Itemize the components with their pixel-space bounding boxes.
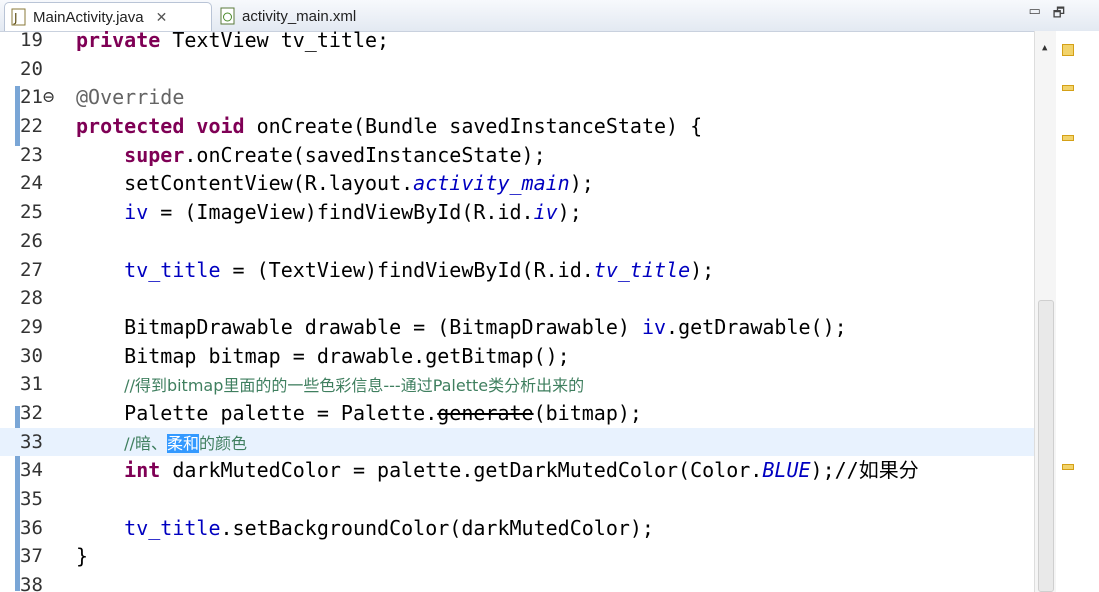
code-text: = (ImageView)findViewById(R.id. xyxy=(148,200,534,225)
code-text: Bitmap bitmap = drawable.getBitmap(); xyxy=(124,343,570,368)
code-text: BitmapDrawable drawable = (BitmapDrawabl… xyxy=(124,314,642,339)
comment: //得到bitmap里面的的一些色彩信息---通过Palette类分析出来的 xyxy=(124,376,585,396)
close-icon[interactable]: ✕ xyxy=(156,9,168,26)
code-text: = (TextView)findViewById(R.id. xyxy=(220,257,594,282)
code-line: 28 xyxy=(0,284,1034,313)
code-text: (bitmap); xyxy=(533,400,642,425)
static-field: tv_title xyxy=(593,257,691,282)
occurrence-marker[interactable] xyxy=(1062,85,1074,91)
code-line: 20 xyxy=(0,55,1034,84)
static-field: BLUE xyxy=(762,458,811,483)
line-number: 31 xyxy=(20,373,43,396)
line-number: 29 xyxy=(20,315,43,338)
keyword: private xyxy=(76,31,161,52)
tab-activity-main-xml[interactable]: activity_main.xml xyxy=(214,2,394,30)
code-line-current: 33 //暗、柔和的颜色 xyxy=(0,427,1034,457)
comment: 的颜色 xyxy=(198,433,247,453)
line-number: 22 xyxy=(20,115,43,138)
code-line: 27 tv_title = (TextView)findViewById(R.i… xyxy=(0,256,1034,285)
code-text: TextView tv_title; xyxy=(160,31,390,52)
line-number: 25 xyxy=(20,201,43,224)
field: tv_title xyxy=(124,257,221,282)
occurrence-marker[interactable] xyxy=(1062,464,1074,470)
code-line: 36 tv_title.setBackgroundColor(darkMuted… xyxy=(0,514,1034,543)
keyword: super xyxy=(124,142,185,167)
code-line: 35 xyxy=(0,485,1034,514)
line-number: 36 xyxy=(20,516,43,539)
tab-label: MainActivity.java xyxy=(33,8,144,26)
comment: //暗、 xyxy=(124,433,167,453)
field: iv xyxy=(641,314,667,339)
code-text: } xyxy=(76,544,89,569)
line-number: 38 xyxy=(20,574,43,592)
code-text: darkMutedColor = palette.getDarkMutedCol… xyxy=(160,458,763,483)
occurrence-marker[interactable] xyxy=(1062,135,1074,141)
line-number: 33 xyxy=(20,430,43,453)
line-number: 24 xyxy=(20,172,43,195)
code-text: .getDrawable(); xyxy=(666,314,847,339)
editor-tab-bar: J MainActivity.java ✕ activity_main.xml … xyxy=(0,0,1099,32)
selected-text: 柔和 xyxy=(166,433,199,453)
code-text: setContentView(R.layout. xyxy=(124,171,414,196)
scrollbar-thumb[interactable] xyxy=(1038,300,1054,592)
code-line: 25 iv = (ImageView)findViewById(R.id.iv)… xyxy=(0,198,1034,227)
code-line: 38 xyxy=(0,571,1034,592)
annotation: @Override xyxy=(76,85,185,110)
code-line: 22 protected void onCreate(Bundle savedIn… xyxy=(0,112,1034,141)
maximize-icon[interactable]: 🗗 xyxy=(1053,4,1065,26)
annotation-ruler[interactable]: ▲ xyxy=(1042,31,1099,592)
code-line: 31 //得到bitmap里面的的一些色彩信息---通过Palette类分析出来… xyxy=(0,370,1034,399)
code-line: 24 setContentView(R.layout.activity_main… xyxy=(0,169,1034,198)
line-number: 19 xyxy=(20,31,43,51)
static-field: iv xyxy=(533,200,558,225)
keyword: void xyxy=(196,114,245,139)
scroll-up-icon[interactable]: ▲ xyxy=(1042,43,1047,53)
code-line: 29 BitmapDrawable drawable = (BitmapDraw… xyxy=(0,313,1034,342)
static-field: activity_main xyxy=(413,171,570,196)
line-number: 26 xyxy=(20,229,43,252)
line-number: 35 xyxy=(20,488,43,510)
deprecated-method: generate xyxy=(437,400,534,425)
keyword: protected xyxy=(76,114,185,139)
line-number: 23 xyxy=(20,143,43,166)
code-line: 21⊖ @Override xyxy=(0,83,1034,112)
xml-file-icon xyxy=(220,7,236,25)
code-line: 32 Palette palette = Palette.generate(bi… xyxy=(0,399,1034,428)
tab-mainactivity-java[interactable]: J MainActivity.java ✕ xyxy=(4,2,212,31)
field: tv_title xyxy=(124,515,221,540)
line-number: 37 xyxy=(20,545,43,568)
code-line: 23 super.onCreate(savedInstanceState); xyxy=(0,141,1034,170)
code-text: ); xyxy=(557,200,582,225)
code-line: 26 xyxy=(0,227,1034,256)
line-number: 32 xyxy=(20,401,43,424)
code-text: );//如果分 xyxy=(810,458,919,483)
warning-marker-icon[interactable] xyxy=(1062,44,1074,56)
code-text: onCreate(Bundle savedInstanceState) { xyxy=(244,114,703,139)
line-number: 20 xyxy=(20,57,43,80)
code-text: ); xyxy=(569,171,594,196)
line-number: 28 xyxy=(20,287,43,310)
field: iv xyxy=(124,200,149,225)
code-text: .setBackgroundColor(darkMutedColor); xyxy=(220,515,654,540)
line-number: 30 xyxy=(20,344,43,367)
code-line: 34 int darkMutedColor = palette.getDarkM… xyxy=(0,456,1034,485)
keyword: int xyxy=(124,458,161,483)
code-text: ); xyxy=(690,257,715,282)
code-line: 30 Bitmap bitmap = drawable.getBitmap(); xyxy=(0,342,1034,371)
java-file-icon: J xyxy=(11,8,27,26)
line-number: 21⊖ xyxy=(20,86,55,109)
tab-label: activity_main.xml xyxy=(242,7,357,25)
minimize-icon[interactable]: ▭ xyxy=(1028,4,1040,26)
line-number: 34 xyxy=(20,459,43,482)
code-text: Palette palette = Palette. xyxy=(124,400,438,425)
code-line: 19 private TextView tv_title; xyxy=(0,31,1034,55)
line-number: 27 xyxy=(20,258,43,281)
svg-text:J: J xyxy=(13,11,18,25)
code-text: .onCreate(savedInstanceState); xyxy=(184,142,546,167)
code-line: 37} xyxy=(0,542,1034,571)
code-editor[interactable]: 19 private TextView tv_title; 20 21⊖ @Over… xyxy=(0,31,1099,592)
